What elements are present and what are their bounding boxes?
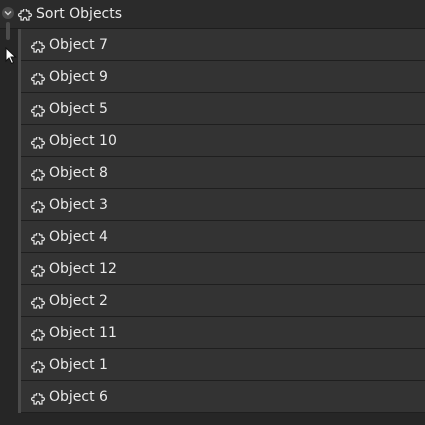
tree-item-label: Object 12 (49, 261, 117, 277)
puzzle-piece-icon (30, 391, 46, 410)
tree-item-label: Object 5 (49, 101, 108, 117)
tree-item[interactable]: Object 3 (21, 189, 425, 221)
mouse-cursor-icon (5, 46, 17, 69)
tree-item-label: Object 2 (49, 293, 108, 309)
tree-item[interactable]: Object 5 (21, 93, 425, 125)
puzzle-piece-icon (17, 7, 33, 26)
tree-item[interactable]: Object 11 (21, 317, 425, 349)
tree-item-label: Object 3 (49, 197, 108, 213)
puzzle-piece-icon (30, 327, 46, 346)
tree-item[interactable]: Object 1 (21, 349, 425, 381)
chevron-down-icon[interactable] (2, 7, 14, 19)
tree-item[interactable]: Object 4 (21, 221, 425, 253)
tree-item[interactable]: Object 7 (21, 29, 425, 61)
tree-children: Object 7 Object 9 Object 5 Object 10 Obj… (18, 29, 425, 413)
puzzle-piece-icon (30, 231, 46, 250)
puzzle-piece-icon (30, 295, 46, 314)
tree-item[interactable]: Object 8 (21, 157, 425, 189)
tree-item[interactable]: Object 6 (21, 381, 425, 413)
tree-root-label: Sort Objects (36, 6, 123, 22)
puzzle-piece-icon (30, 103, 46, 122)
tree-item[interactable]: Object 2 (21, 285, 425, 317)
puzzle-piece-icon (30, 263, 46, 282)
tree-item-label: Object 11 (49, 325, 117, 341)
puzzle-piece-icon (30, 167, 46, 186)
tree-item[interactable]: Object 9 (21, 61, 425, 93)
tree-item-label: Object 9 (49, 69, 108, 85)
puzzle-piece-icon (30, 359, 46, 378)
tree-root-row[interactable]: Sort Objects (0, 0, 425, 29)
tree-item-label: Object 8 (49, 165, 108, 181)
tree-item-label: Object 1 (49, 357, 108, 373)
object-tree: Sort Objects Object 7 Object 9 Object 5 … (0, 0, 425, 425)
puzzle-piece-icon (30, 199, 46, 218)
tree-item-label: Object 7 (49, 37, 108, 53)
tree-item[interactable]: Object 12 (21, 253, 425, 285)
tree-item[interactable]: Object 10 (21, 125, 425, 157)
tree-guide-line (6, 22, 10, 40)
puzzle-piece-icon (30, 71, 46, 90)
tree-item-label: Object 10 (49, 133, 117, 149)
puzzle-piece-icon (30, 39, 46, 58)
puzzle-piece-icon (30, 135, 46, 154)
tree-item-label: Object 4 (49, 229, 108, 245)
tree-item-label: Object 6 (49, 389, 108, 405)
